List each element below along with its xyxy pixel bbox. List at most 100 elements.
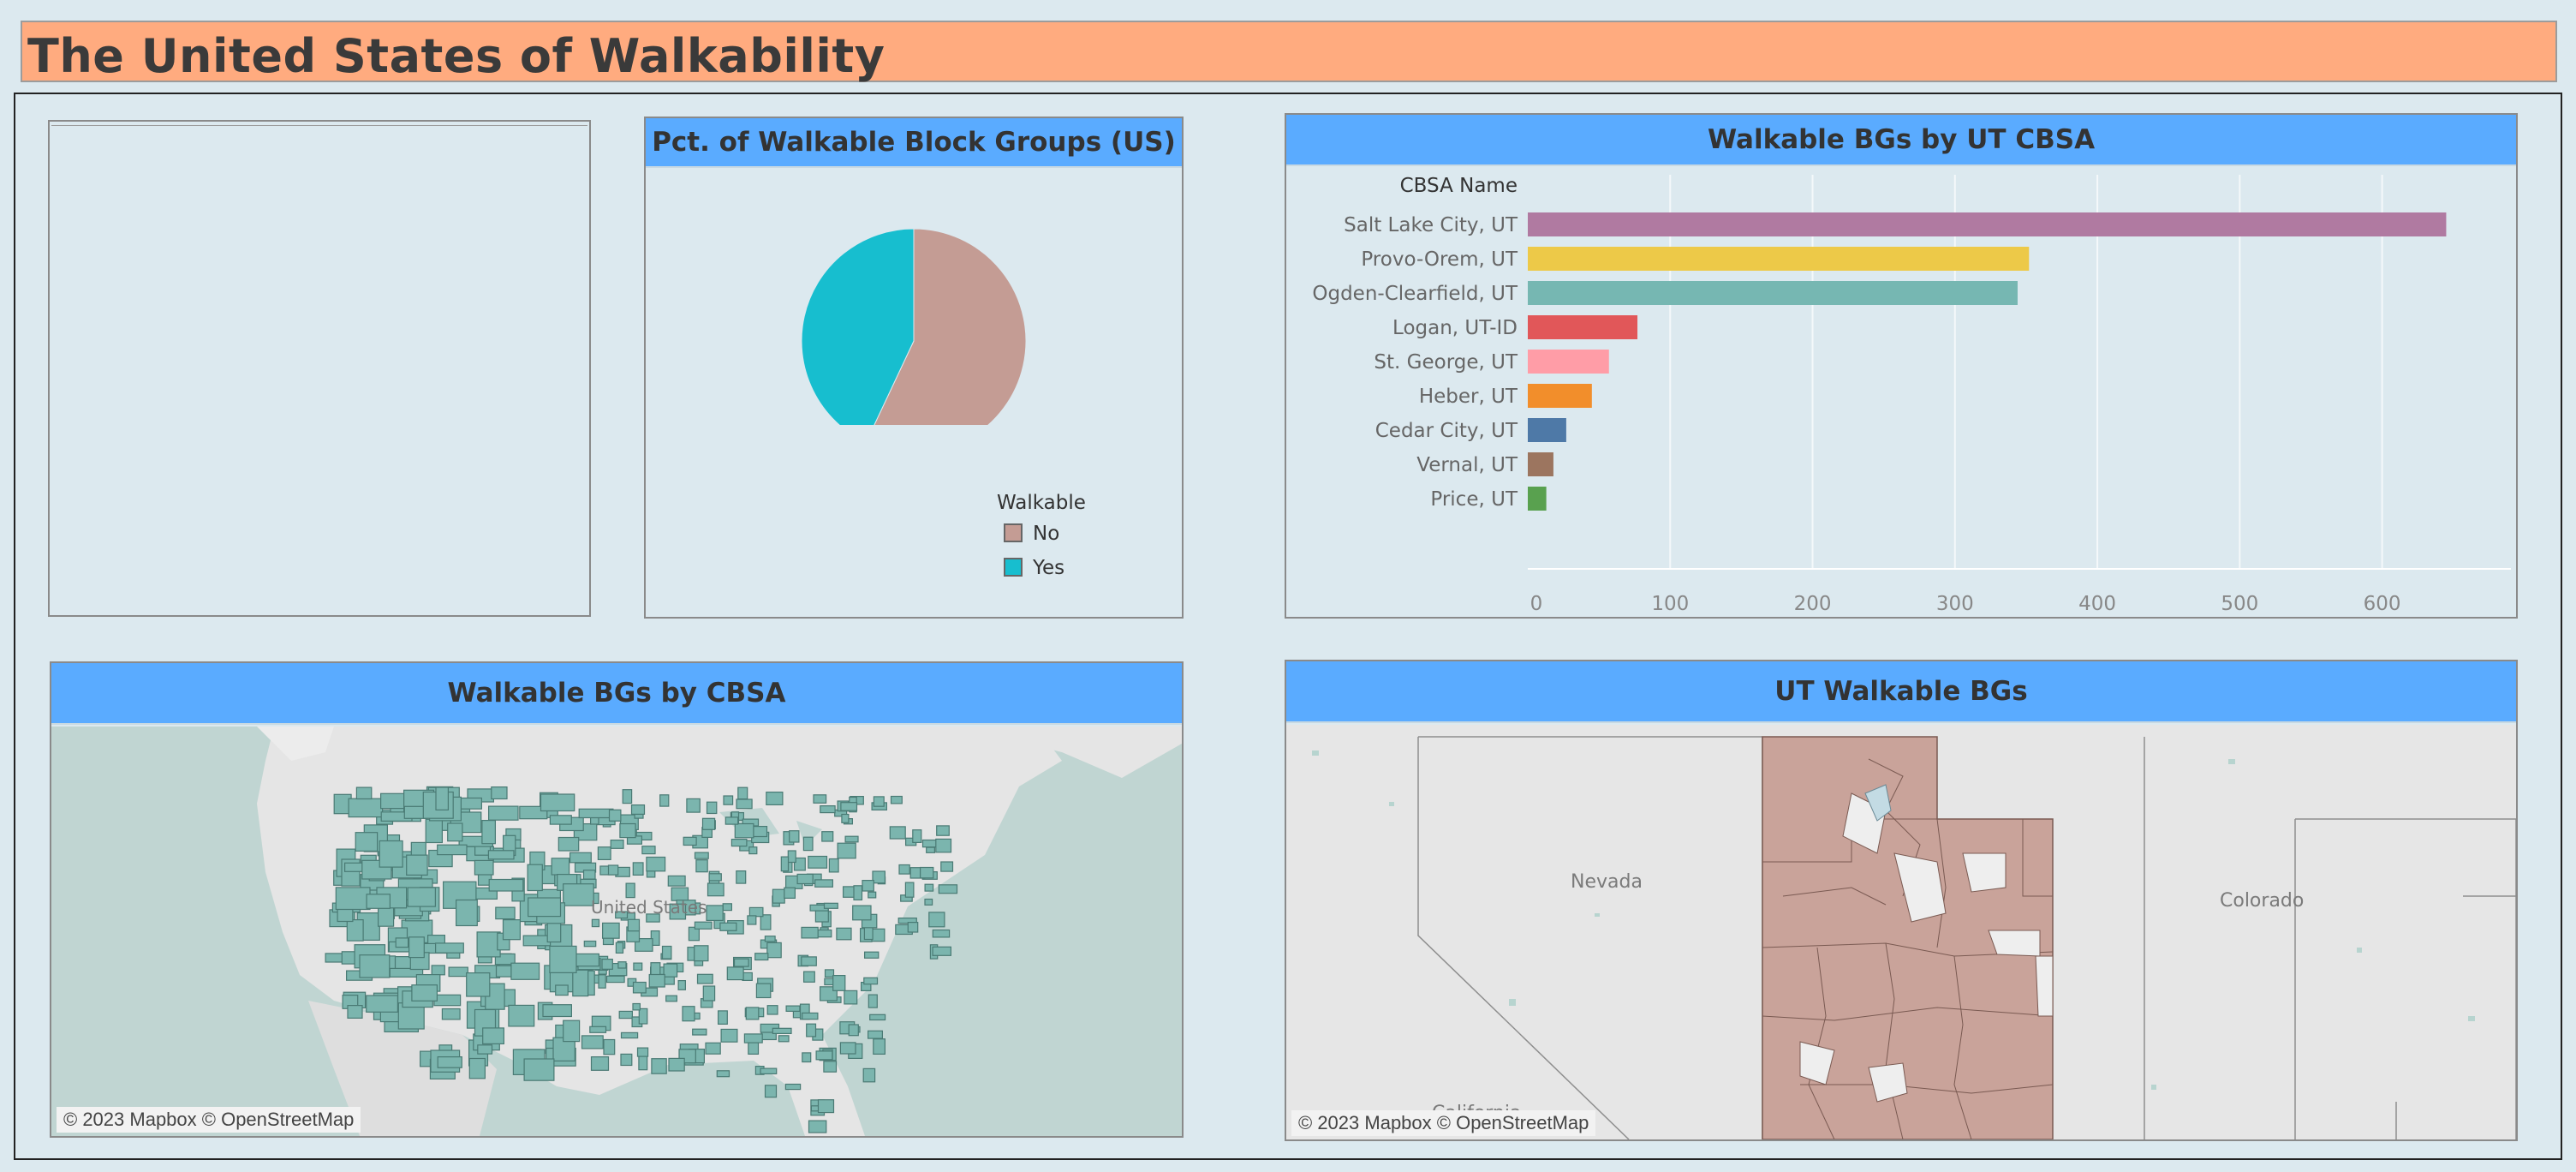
cbsa-region[interactable] — [632, 862, 644, 876]
cbsa-region[interactable] — [926, 846, 936, 853]
pie-chart[interactable] — [646, 168, 1182, 425]
cbsa-region[interactable] — [508, 1004, 535, 1027]
cbsa-region[interactable] — [433, 994, 462, 1007]
cbsa-region[interactable] — [784, 1083, 802, 1091]
cbsa-region[interactable] — [488, 805, 519, 821]
cbsa-region[interactable] — [692, 1028, 707, 1036]
cbsa-region[interactable] — [665, 995, 678, 1002]
cbsa-region[interactable] — [932, 929, 951, 938]
cbsa-region[interactable] — [814, 879, 834, 888]
cbsa-region[interactable] — [701, 817, 716, 830]
cbsa-region[interactable] — [844, 990, 858, 1005]
cbsa-region[interactable] — [852, 905, 872, 921]
cbsa-region[interactable] — [722, 903, 733, 912]
cbsa-region[interactable] — [549, 815, 572, 825]
legend-swatch-no[interactable] — [1004, 523, 1023, 542]
cbsa-region[interactable] — [840, 802, 858, 811]
cbsa-region[interactable] — [466, 972, 491, 997]
cbsa-region[interactable] — [348, 798, 384, 818]
cbsa-region[interactable] — [868, 994, 878, 1008]
cbsa-region[interactable] — [441, 1008, 461, 1020]
cbsa-region[interactable] — [801, 926, 819, 939]
cbsa-region[interactable] — [617, 961, 627, 969]
cbsa-region[interactable] — [844, 835, 859, 843]
cbsa-region[interactable] — [581, 1035, 604, 1049]
cbsa-region[interactable] — [677, 980, 686, 990]
cbsa-region[interactable] — [873, 1038, 886, 1055]
cbsa-region[interactable] — [695, 859, 708, 873]
bar[interactable] — [1528, 384, 1592, 408]
cbsa-region[interactable] — [366, 995, 399, 1013]
cbsa-region[interactable] — [603, 1038, 616, 1055]
cbsa-region[interactable] — [522, 935, 552, 947]
cbsa-region[interactable] — [694, 921, 713, 930]
cbsa-region[interactable] — [482, 1027, 505, 1044]
cbsa-region[interactable] — [668, 1057, 685, 1072]
cbsa-region[interactable] — [582, 870, 596, 880]
cbsa-region[interactable] — [862, 1067, 876, 1083]
cbsa-region[interactable] — [848, 1024, 859, 1037]
cbsa-region[interactable] — [868, 891, 877, 899]
cbsa-region[interactable] — [890, 795, 903, 804]
cbsa-region[interactable] — [578, 808, 614, 819]
cbsa-region[interactable] — [686, 798, 701, 813]
cbsa-region[interactable] — [495, 906, 516, 920]
cbsa-region[interactable] — [488, 878, 524, 892]
cbsa-region[interactable] — [924, 898, 933, 906]
cbsa-region[interactable] — [694, 852, 709, 859]
cbsa-region[interactable] — [815, 1050, 833, 1061]
cbsa-region[interactable] — [359, 954, 391, 978]
cbsa-region[interactable] — [817, 929, 832, 938]
cbsa-region[interactable] — [411, 984, 438, 1002]
cbsa-region[interactable] — [549, 945, 577, 973]
cbsa-region[interactable] — [772, 888, 785, 904]
cbsa-region[interactable] — [406, 854, 428, 876]
cbsa-region[interactable] — [705, 1042, 721, 1055]
cbsa-region[interactable] — [796, 873, 814, 885]
cbsa-region[interactable] — [828, 858, 839, 873]
cbsa-region[interactable] — [862, 880, 874, 892]
cbsa-region[interactable] — [558, 836, 580, 852]
cbsa-region[interactable] — [726, 966, 744, 981]
cbsa-region[interactable] — [563, 1020, 581, 1043]
cbsa-region[interactable] — [801, 956, 817, 966]
cbsa-region[interactable] — [605, 975, 625, 984]
cbsa-region[interactable] — [919, 866, 934, 879]
cbsa-region[interactable] — [872, 870, 886, 884]
cbsa-region[interactable] — [755, 983, 772, 999]
legend-swatch-yes[interactable] — [1004, 558, 1023, 577]
cbsa-region[interactable] — [335, 887, 371, 911]
bar[interactable] — [1528, 452, 1553, 476]
cbsa-region[interactable] — [869, 1014, 886, 1021]
cbsa-region[interactable] — [821, 831, 834, 842]
cbsa-region[interactable] — [808, 855, 828, 869]
cbsa-region[interactable] — [873, 796, 885, 807]
cbsa-region[interactable] — [591, 918, 600, 928]
cbsa-region[interactable] — [355, 832, 379, 852]
cbsa-region[interactable] — [723, 795, 734, 805]
cbsa-region[interactable] — [366, 894, 391, 909]
cbsa-region[interactable] — [632, 981, 647, 994]
cbsa-region[interactable] — [772, 1027, 792, 1034]
cbsa-region[interactable] — [597, 846, 611, 860]
cbsa-region[interactable] — [898, 864, 910, 875]
cbsa-region[interactable] — [437, 1056, 462, 1068]
cbsa-region[interactable] — [839, 1042, 856, 1055]
cbsa-region[interactable] — [745, 1007, 760, 1020]
cbsa-region[interactable] — [481, 819, 496, 845]
cbsa-region[interactable] — [907, 922, 919, 933]
us-map[interactable]: United States — [51, 727, 1182, 1136]
cbsa-region[interactable] — [619, 822, 636, 839]
cbsa-region[interactable] — [477, 1044, 493, 1055]
cbsa-region[interactable] — [789, 830, 800, 843]
cbsa-region[interactable] — [921, 839, 938, 848]
cbsa-region[interactable] — [487, 850, 515, 860]
cbsa-region[interactable] — [407, 887, 437, 907]
cbsa-region[interactable] — [853, 885, 863, 901]
cbsa-region[interactable] — [620, 1053, 633, 1067]
cbsa-region[interactable] — [938, 884, 958, 894]
cbsa-region[interactable] — [785, 1005, 801, 1013]
cbsa-region[interactable] — [932, 946, 951, 956]
cbsa-region[interactable] — [813, 794, 827, 804]
cbsa-region[interactable] — [437, 844, 468, 856]
